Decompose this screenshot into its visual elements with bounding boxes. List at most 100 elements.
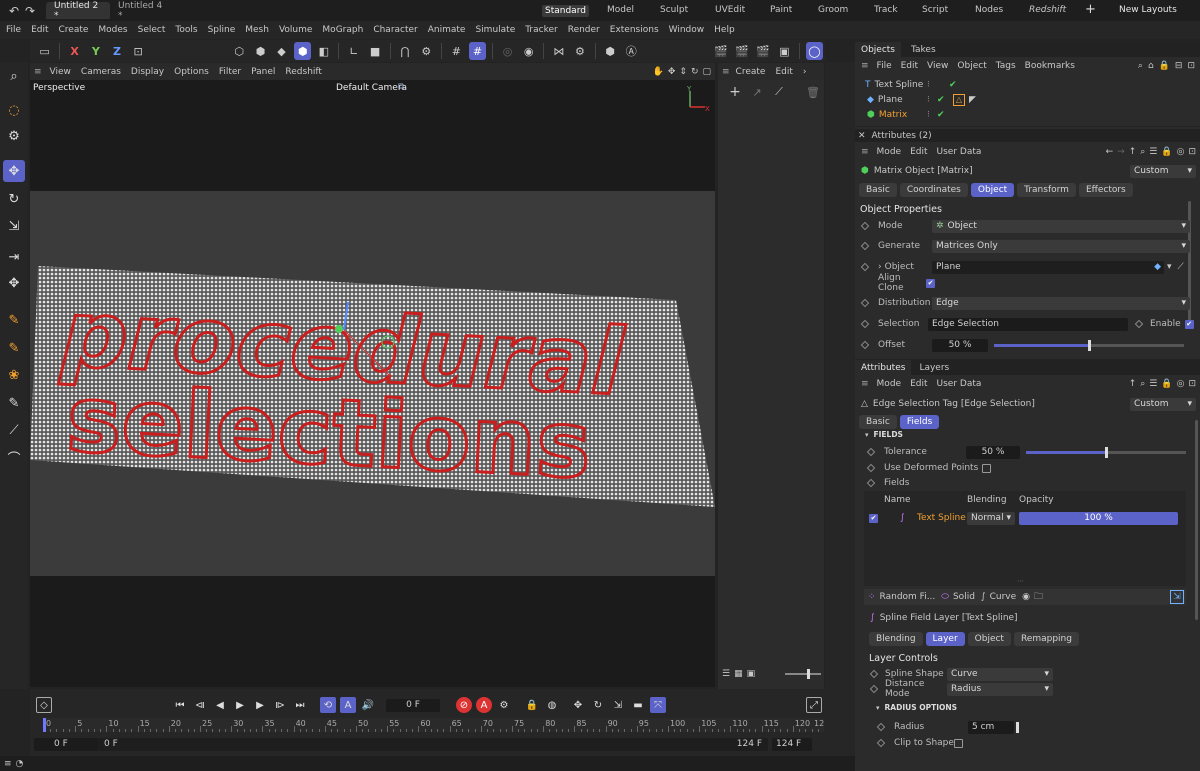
menu-create[interactable]: Create [59, 25, 89, 35]
lock-icon[interactable]: 🔒 [1161, 147, 1172, 157]
opacity-bar[interactable]: 100 % [1019, 511, 1178, 525]
keyframe-diamond-icon[interactable] [866, 463, 876, 473]
next-key-icon[interactable]: ⧐ [272, 697, 288, 713]
axis-y-button[interactable]: Y [87, 42, 104, 60]
objects-menu-tags[interactable]: Tags [996, 61, 1016, 71]
viewport-rotate-icon[interactable]: ↻ [691, 67, 699, 77]
viewport-menu-panel[interactable]: Panel [251, 67, 275, 77]
pla-key-icon[interactable]: ⤧ [650, 697, 666, 713]
object-row-matrix[interactable]: ⬢ Matrix ⁝ ✔ [867, 108, 1197, 121]
menu-mesh[interactable]: Mesh [245, 25, 269, 35]
menu-tracker[interactable]: Tracker [525, 25, 557, 35]
next-frame-icon[interactable]: ▶ [252, 697, 268, 713]
menu-edit[interactable]: Edit [31, 25, 48, 35]
doc-tab-active[interactable]: Untitled 2 * [46, 1, 110, 21]
collapse-icon[interactable]: ▾ [876, 704, 880, 712]
new-panel-icon[interactable]: ⊡ [1188, 379, 1196, 389]
position-key-icon[interactable]: ✥ [570, 697, 586, 713]
key-settings-icon[interactable]: ⚙ [496, 697, 512, 713]
live-selection-icon[interactable]: ◌ [3, 99, 25, 121]
object-link-field[interactable]: Plane ◆ [932, 260, 1164, 274]
up-arrow-icon[interactable]: ↑ [1129, 379, 1137, 389]
menu-mograph[interactable]: MoGraph [322, 25, 363, 35]
viewport-pan-icon[interactable]: ✋ [653, 67, 664, 77]
viewport-menu-view[interactable]: View [50, 67, 71, 77]
visibility-dots-icon[interactable]: ⁝ [927, 80, 930, 90]
attributes-grip-icon[interactable]: ≡ [861, 379, 869, 389]
a-icon[interactable]: Ⓐ [623, 42, 640, 60]
close-icon[interactable]: ✕ [858, 131, 866, 141]
new-panel-icon[interactable]: ⊡ [1188, 147, 1196, 157]
timeline-ruler[interactable]: 0 5 10 15 20 25 30 35 40 45 50 55 60 65 70 75 80 85 90 95 10… [43, 718, 824, 732]
viewport-menu-filter[interactable]: Filter [219, 67, 241, 77]
keyframe-diamond-icon[interactable] [860, 298, 870, 308]
layout-redshift[interactable]: Redshift [1029, 5, 1066, 15]
scrollbar[interactable] [1195, 420, 1198, 620]
keyframe-diamond-icon[interactable] [869, 684, 879, 694]
distribution-dropdown[interactable]: Edge ▾ [932, 296, 1190, 310]
resize-handle-icon[interactable]: ⋯ [1017, 577, 1024, 585]
autokey-record-icon[interactable]: A [476, 697, 492, 713]
range-slider[interactable]: 0 F 124 F [98, 737, 768, 751]
layout-groom[interactable]: Groom [818, 5, 848, 15]
curve-field-button[interactable]: Curve [990, 592, 1017, 602]
polygons-mode-icon[interactable]: ◆ [273, 42, 290, 60]
add-layout-icon[interactable]: + [1085, 2, 1096, 17]
menu-character[interactable]: Character [373, 25, 417, 35]
bookmark-icon[interactable]: ☰ [1149, 147, 1157, 157]
edges-mode-icon[interactable]: ⬢ [252, 42, 269, 60]
arrow-icon[interactable]: ↗ [748, 83, 766, 101]
transform-settings-icon[interactable]: ✥ [3, 272, 25, 294]
objects-menu-edit[interactable]: Edit [901, 61, 918, 71]
keyframe-diamond-icon[interactable] [860, 221, 870, 231]
objects-menu-bookmarks[interactable]: Bookmarks [1025, 61, 1075, 71]
solid-field-button[interactable]: Solid [953, 592, 975, 602]
menu-spline[interactable]: Spline [208, 25, 236, 35]
search-icon[interactable]: ⌕ [1140, 379, 1145, 389]
selection-link-field[interactable]: Edge Selection [928, 317, 1128, 331]
tab-coordinates[interactable]: Coordinates [899, 183, 968, 197]
layout-uvedit[interactable]: UVEdit [715, 5, 745, 15]
keyframe-diamond-icon[interactable] [860, 340, 870, 350]
visibility-dots-icon[interactable]: ⁝ [927, 110, 930, 120]
record-icon[interactable]: ◉ [1022, 592, 1030, 602]
target-icon[interactable]: ◎ [1177, 379, 1185, 389]
menu-window[interactable]: Window [669, 25, 705, 35]
new-layouts-button[interactable]: New Layouts [1119, 5, 1177, 15]
keyframe-diamond-icon[interactable] [866, 447, 876, 457]
keyframe-diamond-icon[interactable] [869, 669, 879, 679]
preset-dropdown[interactable]: Custom ▾ [1130, 164, 1196, 178]
layout-paint[interactable]: Paint [770, 5, 792, 15]
tolerance-slider-knob[interactable] [1105, 446, 1108, 458]
picker-icon[interactable]: ⟋ [770, 83, 788, 101]
tab-fields[interactable]: Fields [899, 415, 940, 429]
viewport-zoom-icon[interactable]: ⇕ [679, 67, 687, 77]
layout-standard[interactable]: Standard [542, 5, 589, 17]
coordinate-system-icon[interactable]: ⊡ [130, 42, 147, 60]
chevron-down-icon[interactable]: ▾ [1167, 262, 1172, 272]
gizmo-center[interactable] [335, 325, 343, 333]
loop-icon[interactable]: ⟲ [320, 697, 336, 713]
offset-field[interactable]: 50 % [932, 338, 988, 352]
edit-render-settings-icon[interactable]: 🎬 [755, 42, 772, 60]
playhead[interactable] [43, 718, 46, 732]
enabled-check-icon[interactable]: ✔ [949, 80, 957, 90]
new-view-icon[interactable]: ⊡ [1187, 61, 1195, 71]
spline-sketch-icon[interactable]: ✎ [3, 337, 25, 359]
axis-z-button[interactable]: Z [108, 42, 125, 60]
redshift-ipr-icon[interactable]: ◯ [805, 42, 823, 60]
render-settings-icon[interactable]: ◉ [520, 42, 537, 60]
axis-mode-icon[interactable]: ∟ [345, 42, 362, 60]
prev-key-icon[interactable]: ⧏ [192, 697, 208, 713]
scale-tool-icon[interactable]: ⇲ [3, 215, 25, 237]
tab-object[interactable]: Object [970, 183, 1015, 197]
goto-start-icon[interactable]: ⏮ [172, 697, 188, 713]
objects-menu-object[interactable]: Object [957, 61, 986, 71]
sound-icon[interactable]: 🔊 [360, 697, 376, 713]
layout-model[interactable]: Model [607, 5, 634, 15]
tolerance-slider[interactable] [1026, 446, 1186, 458]
keyframe-diamond-icon[interactable] [876, 722, 886, 732]
attr-menu-mode[interactable]: Mode [877, 379, 902, 389]
search-icon[interactable]: ⌕ [3, 65, 25, 87]
menu-select[interactable]: Select [138, 25, 166, 35]
